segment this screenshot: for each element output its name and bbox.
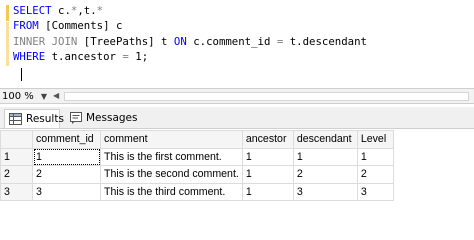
row-number[interactable]: 2	[0, 165, 33, 184]
row-number-header[interactable]	[0, 130, 33, 149]
grid-icon	[9, 113, 22, 125]
sql-code[interactable]: SELECT c.*,t.* FROM [Comments] c INNER JOI…	[13, 3, 367, 65]
tab-messages[interactable]: Messages	[65, 109, 138, 128]
sql-text: c.comment_id	[186, 34, 277, 48]
sql-text: ,t.	[77, 4, 97, 17]
tab-results-label: Results	[26, 113, 64, 125]
sql-operator: INNER JOIN	[13, 34, 78, 48]
table-row[interactable]: 1 1 This is the first comment. 1 1 1	[0, 147, 394, 166]
sql-text: 1;	[128, 50, 149, 64]
table-row[interactable]: 2 2 This is the second comment. 1 2 2	[0, 165, 394, 184]
code-line: FROM [Comments] c	[13, 18, 367, 33]
cell-comment-id[interactable]: 1	[32, 147, 101, 166]
tab-messages-label: Messages	[86, 112, 138, 124]
sql-keyword: SELECT	[13, 4, 52, 17]
message-icon	[70, 112, 82, 124]
sql-text: t.descendant	[283, 34, 367, 48]
sql-text: c.	[51, 4, 71, 17]
column-header-descendant[interactable]: descendant	[292, 130, 358, 149]
editor-status-bar: 100 % ▼ ◀	[0, 88, 474, 104]
sql-keyword: FROM	[13, 19, 39, 33]
column-header-comment-id[interactable]: comment_id	[32, 130, 101, 149]
cell-descendant[interactable]: 3	[292, 182, 358, 201]
cell-ancestor[interactable]: 1	[241, 165, 294, 184]
results-table: comment_id comment ancestor descendant L…	[0, 130, 394, 201]
sql-text: [Comments] c	[38, 19, 123, 33]
sql-text: [TreePaths] t	[77, 34, 174, 48]
column-header-comment[interactable]: comment	[100, 130, 243, 149]
change-marker	[6, 22, 9, 66]
row-number[interactable]: 1	[0, 147, 33, 166]
code-line: SELECT c.*,t.*	[13, 3, 367, 18]
zoom-select[interactable]: 100 % ▼	[0, 90, 50, 103]
chevron-down-icon[interactable]: ▼	[41, 90, 47, 103]
cell-level[interactable]: 2	[356, 165, 394, 184]
cell-descendant[interactable]: 2	[292, 165, 358, 184]
change-marker	[6, 5, 9, 21]
sql-keyword: ON	[173, 34, 187, 48]
cell-ancestor[interactable]: 1	[241, 147, 294, 166]
cell-comment[interactable]: This is the first comment.	[100, 147, 243, 166]
cell-comment[interactable]: This is the third comment.	[100, 182, 243, 201]
zoom-value: 100 %	[2, 91, 34, 102]
cell-comment[interactable]: This is the second comment.	[100, 165, 243, 184]
sql-text: t.ancestor	[45, 50, 123, 64]
cell-level[interactable]: 1	[356, 147, 394, 166]
sql-editor[interactable]: SELECT c.*,t.* FROM [Comments] c INNER JOI…	[0, 0, 474, 84]
code-line: WHERE t.ancestor = 1;	[13, 49, 367, 64]
tab-results[interactable]: Results	[4, 109, 64, 128]
table-row[interactable]: 3 3 This is the third comment. 1 3 3	[0, 182, 394, 201]
column-header-ancestor[interactable]: ancestor	[241, 130, 294, 149]
cell-comment-id[interactable]: 3	[32, 182, 101, 201]
row-number[interactable]: 3	[0, 182, 33, 201]
cell-ancestor[interactable]: 1	[241, 182, 294, 201]
sql-operator: *	[96, 4, 104, 17]
results-tabs: Results Messages	[0, 107, 474, 129]
sql-keyword: WHERE	[13, 50, 46, 64]
cell-level[interactable]: 3	[356, 182, 394, 201]
text-caret	[21, 68, 22, 81]
column-header-level[interactable]: Level	[356, 130, 394, 149]
code-line: INNER JOIN [TreePaths] t ON c.comment_id…	[13, 34, 367, 49]
scroll-left-icon[interactable]: ◀	[53, 91, 59, 100]
horizontal-scrollbar[interactable]	[64, 92, 469, 101]
results-grid[interactable]: comment_id comment ancestor descendant L…	[0, 130, 474, 210]
header-row: comment_id comment ancestor descendant L…	[0, 130, 394, 149]
cell-descendant[interactable]: 1	[292, 147, 358, 166]
cell-comment-id[interactable]: 2	[32, 165, 101, 184]
